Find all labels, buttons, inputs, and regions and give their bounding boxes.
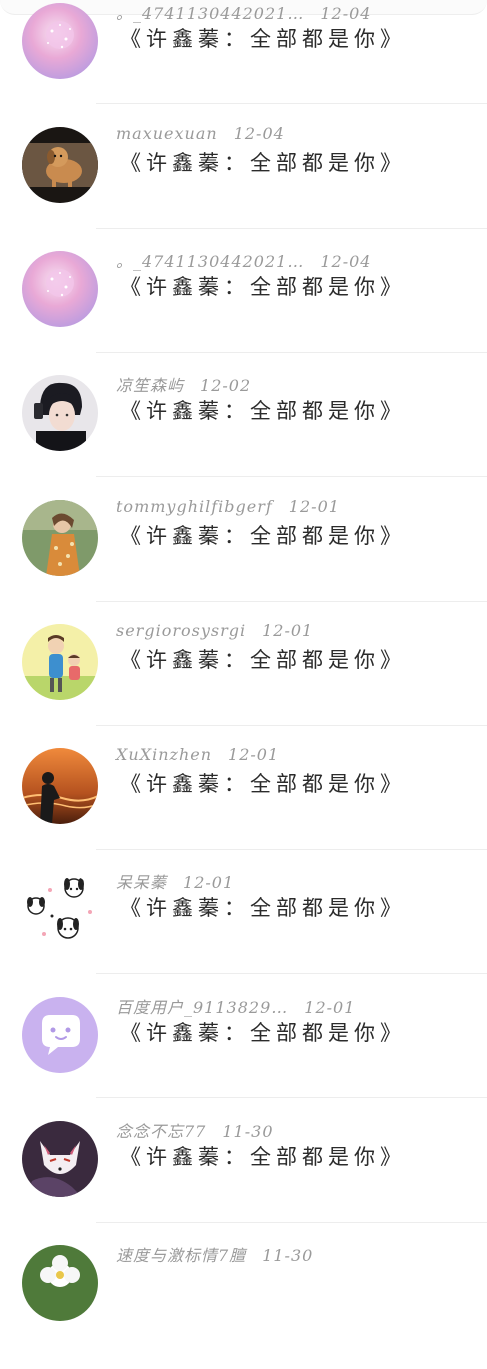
comment-meta: 。_4741130442021… 12-04: [116, 248, 372, 271]
comment-item[interactable]: XuXinzhen 12-01 《许鑫蓁：全部都是你》: [0, 745, 487, 872]
comment-item[interactable]: 凉笙森屿 12-02 《许鑫蓁：全部都是你》: [0, 375, 487, 499]
comment-username[interactable]: sergiorosysrgi: [116, 621, 246, 640]
comment-username[interactable]: maxuexuan: [116, 124, 218, 143]
divider: [96, 228, 487, 229]
comment-date: 12-01: [304, 998, 356, 1017]
comment-text: 《许鑫蓁：全部都是你》: [120, 524, 406, 548]
comment-text: 《许鑫蓁：全部都是你》: [120, 1021, 406, 1045]
comment-meta: 念念不忘77 11-30: [116, 1118, 274, 1141]
divider: [96, 103, 487, 104]
comment-meta: 百度用户_9113829… 12-01: [116, 994, 356, 1017]
comment-username[interactable]: 。_4741130442021…: [116, 252, 304, 271]
comment-date: 12-01: [228, 745, 280, 764]
sunset-silhouette-avatar[interactable]: [22, 748, 98, 824]
comment-date: 12-04: [233, 124, 285, 143]
comment-item[interactable]: 百度用户_9113829… 12-01 《许鑫蓁：全部都是你》: [0, 997, 487, 1121]
comment-username[interactable]: XuXinzhen: [116, 745, 212, 764]
girl-flowers-avatar[interactable]: [22, 500, 98, 576]
comment-item[interactable]: tommyghilfibgerf 12-01 《许鑫蓁：全部都是你》: [0, 497, 487, 624]
comment-text: 《许鑫蓁：全部都是你》: [120, 1145, 406, 1169]
comment-text: 《许鑫蓁：全部都是你》: [120, 27, 406, 51]
comment-meta: XuXinzhen 12-01: [116, 745, 279, 767]
comment-username[interactable]: 凉笙森屿: [116, 376, 184, 395]
comment-date: 12-01: [288, 497, 340, 516]
comment-meta: 凉笙森屿 12-02: [116, 372, 252, 395]
comment-username[interactable]: 百度用户_9113829…: [116, 998, 288, 1017]
comment-date: 12-01: [262, 621, 314, 640]
comment-date: 12-01: [183, 873, 235, 892]
divider: [96, 476, 487, 477]
puppy-photo-avatar[interactable]: [22, 127, 98, 203]
divider: [96, 1097, 487, 1098]
comment-item[interactable]: sergiorosysrgi 12-01 《许鑫蓁：全部都是你》: [0, 621, 487, 748]
comment-item[interactable]: 速度与激标情7膻 11-30: [0, 1245, 487, 1369]
comment-text: 《许鑫蓁：全部都是你》: [120, 275, 406, 299]
comment-item[interactable]: maxuexuan 12-04 《许鑫蓁：全部都是你》: [0, 124, 487, 251]
comment-username[interactable]: 。_4741130442021…: [116, 4, 304, 23]
comment-item[interactable]: 念念不忘77 11-30 《许鑫蓁：全部都是你》: [0, 1121, 487, 1245]
comment-item[interactable]: 呆呆蓁 12-01 《许鑫蓁：全部都是你》: [0, 872, 487, 996]
divider: [96, 973, 487, 974]
divider: [96, 849, 487, 850]
pink-sparkle-avatar[interactable]: [22, 3, 98, 79]
divider: [96, 352, 487, 353]
comment-date: 11-30: [262, 1246, 314, 1265]
comment-meta: 。_4741130442021… 12-04: [116, 0, 372, 23]
comment-text: 《许鑫蓁：全部都是你》: [120, 399, 406, 423]
comment-item[interactable]: 。_4741130442021… 12-04 《许鑫蓁：全部都是你》: [0, 3, 487, 127]
comment-text: 《许鑫蓁：全部都是你》: [120, 896, 406, 920]
comment-text: 《许鑫蓁：全部都是你》: [120, 151, 406, 175]
comment-date: 12-04: [320, 252, 372, 271]
comment-username[interactable]: tommyghilfibgerf: [116, 497, 273, 516]
cartoon-family-avatar[interactable]: [22, 624, 98, 700]
default-chat-avatar[interactable]: [22, 997, 98, 1073]
comment-username[interactable]: 速度与激标情7膻: [116, 1246, 246, 1265]
divider: [96, 1222, 487, 1223]
comment-meta: tommyghilfibgerf 12-01: [116, 497, 340, 519]
anime-boy-avatar[interactable]: [22, 375, 98, 451]
comment-date: 12-02: [200, 376, 252, 395]
divider: [96, 725, 487, 726]
cartoon-dogs-avatar[interactable]: [22, 872, 98, 948]
comment-text: 《许鑫蓁：全部都是你》: [120, 772, 406, 796]
comment-meta: 呆呆蓁 12-01: [116, 869, 235, 892]
fox-mask-avatar[interactable]: [22, 1121, 98, 1197]
comment-meta: 速度与激标情7膻 11-30: [116, 1242, 314, 1265]
divider: [96, 601, 487, 602]
comment-username[interactable]: 念念不忘77: [116, 1122, 206, 1141]
white-flower-avatar[interactable]: [22, 1245, 98, 1321]
comment-username[interactable]: 呆呆蓁: [116, 873, 167, 892]
comment-date: 11-30: [222, 1122, 274, 1141]
pink-sparkle-avatar[interactable]: [22, 251, 98, 327]
comment-meta: maxuexuan 12-04: [116, 124, 285, 146]
comment-item[interactable]: 。_4741130442021… 12-04 《许鑫蓁：全部都是你》: [0, 251, 487, 375]
comment-meta: sergiorosysrgi 12-01: [116, 621, 313, 643]
comment-text: 《许鑫蓁：全部都是你》: [120, 648, 406, 672]
comment-date: 12-04: [320, 4, 372, 23]
